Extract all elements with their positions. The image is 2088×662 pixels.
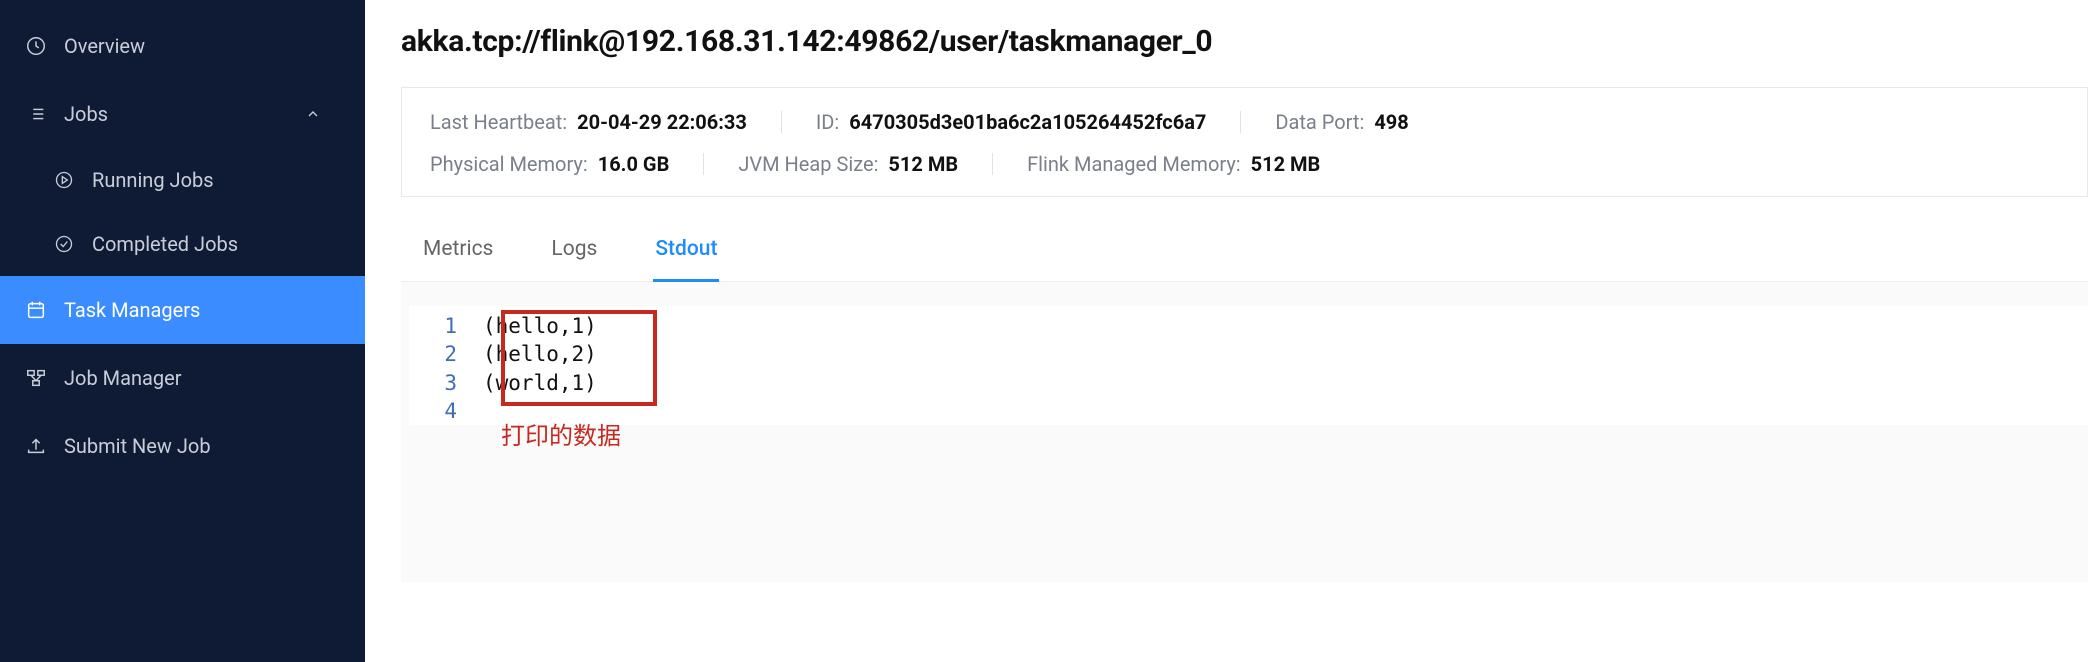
info-label: ID: [816,110,839,134]
page-title: akka.tcp://flink@192.168.31.142:49862/us… [401,24,2088,59]
info-value: 512 MB [1251,152,1321,176]
play-circle-icon [52,168,76,192]
main-content: akka.tcp://flink@192.168.31.142:49862/us… [365,0,2088,662]
info-label: Flink Managed Memory: [1027,152,1241,176]
info-label: Physical Memory: [430,152,588,176]
info-label: Data Port: [1275,110,1364,134]
info-value: 6470305d3e01ba6c2a105264452fc6a7 [849,110,1206,134]
sidebar-item-jobs[interactable]: Jobs [0,80,365,148]
calendar-icon [24,298,48,322]
divider [1240,111,1241,133]
info-value: 512 MB [888,152,958,176]
line-number: 2 [409,340,483,368]
sidebar-item-label: Completed Jobs [92,232,238,256]
sidebar-item-running-jobs[interactable]: Running Jobs [36,148,365,212]
divider [781,111,782,133]
info-last-heartbeat: Last Heartbeat: 20-04-29 22:06:33 [430,110,747,134]
sidebar-item-task-managers[interactable]: Task Managers [0,276,365,344]
stdout-panel: 1 (hello,1) 2 (hello,2) 3 (world,1) 4 打印… [401,282,2088,582]
sidebar-item-label: Job Manager [64,366,182,390]
info-physical-memory: Physical Memory: 16.0 GB [430,152,669,176]
tab-stdout[interactable]: Stdout [653,231,719,282]
sidebar-item-label: Running Jobs [92,168,214,192]
info-label: Last Heartbeat: [430,110,567,134]
chevron-up-icon [301,102,325,126]
check-circle-icon [52,232,76,256]
sidebar-item-overview[interactable]: Overview [0,12,365,80]
info-value: 16.0 GB [598,152,670,176]
info-data-port: Data Port: 498 [1275,110,1408,134]
sidebar-item-completed-jobs[interactable]: Completed Jobs [36,212,365,276]
line-number: 4 [409,397,483,425]
cluster-icon [24,366,48,390]
dashboard-icon [24,34,48,58]
divider [703,153,704,175]
code-viewer[interactable]: 1 (hello,1) 2 (hello,2) 3 (world,1) 4 打印… [409,306,2088,425]
info-jvm-heap: JVM Heap Size: 512 MB [738,152,958,176]
sidebar: Overview Jobs Running Jobs Completed Job… [0,0,365,662]
line-number: 3 [409,369,483,397]
annotation-label: 打印的数据 [501,416,621,451]
code-text: (hello,2) [483,340,597,368]
sidebar-item-label: Task Managers [64,298,200,322]
sidebar-item-label: Overview [64,34,145,58]
info-flink-managed: Flink Managed Memory: 512 MB [1027,152,1320,176]
info-label: JVM Heap Size: [738,152,878,176]
tabs: Metrics Logs Stdout [401,231,2088,282]
sidebar-item-label: Jobs [64,102,108,126]
info-value: 498 [1374,110,1408,134]
sidebar-item-submit-new-job[interactable]: Submit New Job [0,412,365,480]
code-text: (hello,1) [483,312,597,340]
info-id: ID: 6470305d3e01ba6c2a105264452fc6a7 [816,110,1207,134]
tab-metrics[interactable]: Metrics [421,231,495,282]
divider [992,153,993,175]
sidebar-jobs-submenu: Running Jobs Completed Jobs [0,148,365,276]
tab-logs[interactable]: Logs [549,231,599,282]
info-panel: Last Heartbeat: 20-04-29 22:06:33 ID: 64… [401,87,2088,197]
sidebar-item-label: Submit New Job [64,434,211,458]
sidebar-item-job-manager[interactable]: Job Manager [0,344,365,412]
upload-icon [24,434,48,458]
line-number: 1 [409,312,483,340]
info-value: 20-04-29 22:06:33 [577,110,747,134]
list-icon [24,102,48,126]
code-text: (world,1) [483,369,597,397]
